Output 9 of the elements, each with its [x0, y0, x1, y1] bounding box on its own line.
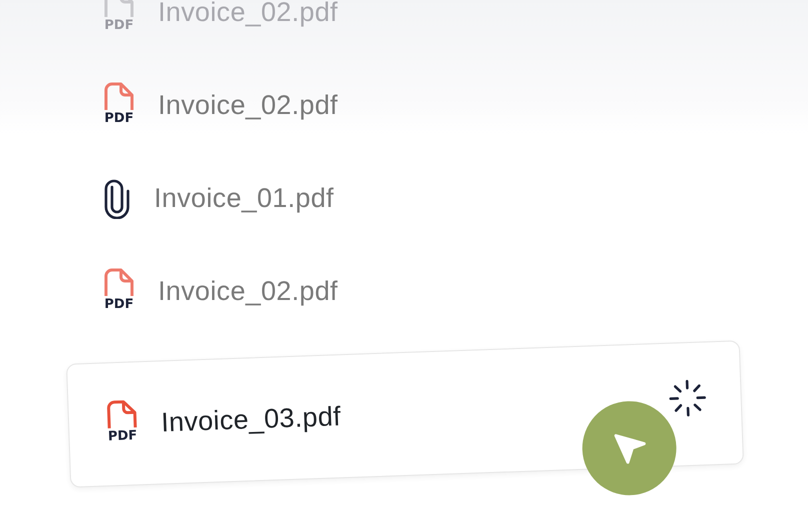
file-row[interactable]: PDF Invoice_02.pdf: [102, 59, 808, 152]
file-name: Invoice_01.pdf: [154, 183, 334, 214]
file-name: Invoice_03.pdf: [160, 400, 342, 438]
file-row[interactable]: PDF Invoice_02.pdf: [102, 245, 808, 338]
paperclip-icon: [102, 178, 132, 218]
file-name: Invoice_02.pdf: [158, 0, 338, 28]
file-row[interactable]: Invoice_01.pdf: [102, 152, 808, 245]
file-name: Invoice_02.pdf: [158, 276, 338, 307]
file-name: Invoice_02.pdf: [158, 90, 338, 121]
